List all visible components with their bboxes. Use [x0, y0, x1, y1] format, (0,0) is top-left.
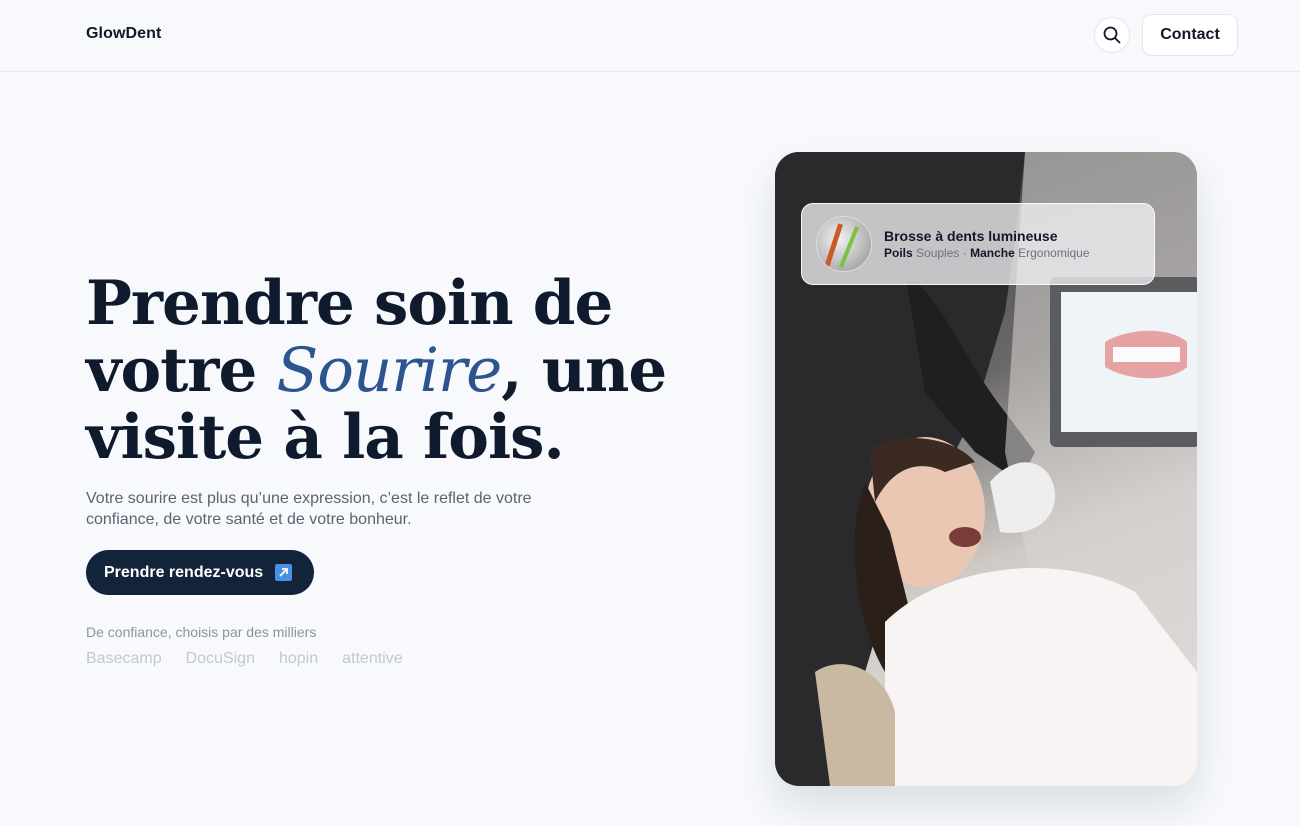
cta-label: Prendre rendez-vous — [104, 563, 264, 581]
contact-button[interactable]: Contact — [1142, 14, 1238, 56]
product-thumbnail — [816, 216, 872, 272]
hero-subtitle: Votre sourire est plus qu’une expression… — [86, 490, 532, 528]
search-icon — [1103, 26, 1121, 44]
partner-logo-basecamp: Basecamp — [86, 650, 162, 667]
arrow-up-right-icon — [275, 564, 293, 581]
book-appointment-button[interactable]: Prendre rendez-vous — [86, 550, 314, 595]
product-specs: Poils Souples · Manche Ergonomique — [884, 246, 1090, 260]
spec1-value: Souples — [916, 246, 960, 260]
spec1-key: Poils — [884, 246, 913, 260]
hero-title-accent: Sourire — [276, 335, 503, 406]
hero-photo: Brosse à dents lumineuse Poils Souples ·… — [775, 152, 1197, 786]
partner-logo-docusign: DocuSign — [185, 650, 255, 667]
logo[interactable]: GlowDent — [86, 25, 161, 43]
partner-logo-attentive: attentive — [342, 650, 403, 667]
search-button[interactable] — [1094, 17, 1130, 53]
hero-title: Prendre soin de votre Sourire, une visit… — [86, 270, 686, 471]
partner-logos: Basecamp DocuSign hopin attentive — [86, 650, 403, 668]
product-name: Brosse à dents lumineuse — [884, 228, 1058, 244]
partner-logo-hopin: hopin — [278, 650, 319, 667]
site-header: GlowDent Contact — [0, 0, 1300, 72]
spec2-value: Ergonomique — [1018, 246, 1090, 260]
spec-separator: · — [962, 246, 967, 260]
trusted-label: De confiance, choisis par des milliers — [86, 624, 317, 640]
product-card[interactable]: Brosse à dents lumineuse Poils Souples ·… — [801, 203, 1155, 285]
spec2-key: Manche — [970, 246, 1015, 260]
